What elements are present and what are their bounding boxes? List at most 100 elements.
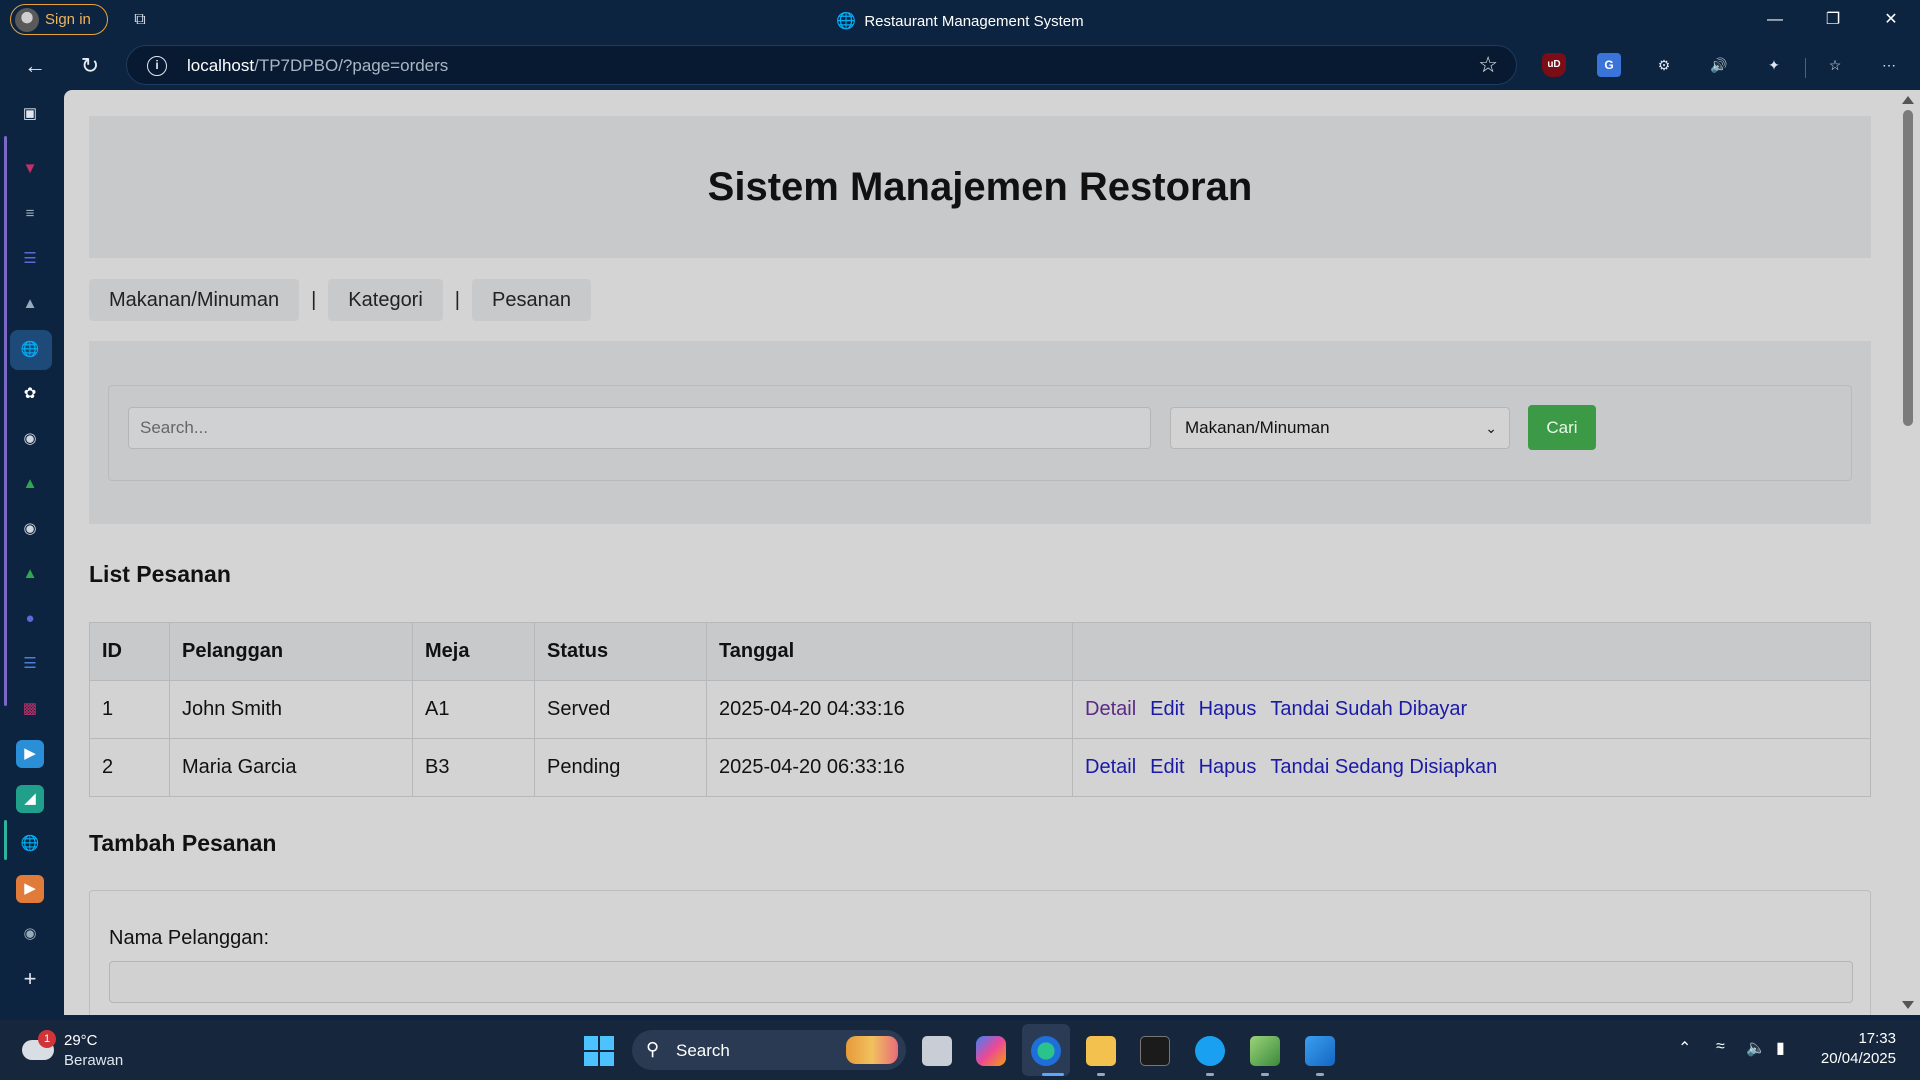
drive-icon[interactable]: ▲ [16, 560, 44, 588]
task-view-icon[interactable] [922, 1036, 952, 1066]
taskbar-search[interactable]: ⚲ Search [632, 1030, 906, 1070]
browser-title-bar: Sign in ⧉ 🌐 Restaurant Management System … [0, 0, 1920, 40]
order-actions: Detail Edit Hapus Tandai Sedang Disiapkan [1072, 738, 1871, 797]
search-category-select[interactable]: Makanan/Minuman ⌄ [1170, 407, 1510, 449]
read-aloud-icon[interactable]: 🔊 [1707, 53, 1731, 77]
ublock-extension-icon[interactable]: uD [1542, 53, 1566, 77]
active-app-indicator [1042, 1073, 1064, 1076]
settings-extension-icon[interactable]: ⚙ [1652, 53, 1676, 77]
app-icon[interactable] [1195, 1036, 1225, 1066]
column-header-table: Meja [412, 622, 535, 681]
refresh-icon[interactable]: ↻ [77, 53, 103, 79]
page-content: Sistem Manajemen Restoran Makanan/Minuma… [89, 116, 1871, 1015]
app-icon[interactable] [1250, 1036, 1280, 1066]
terminal-icon[interactable] [1140, 1036, 1170, 1066]
list-heading: List Pesanan [89, 561, 231, 587]
start-button[interactable] [584, 1036, 614, 1066]
mark-status-link[interactable]: Tandai Sudah Dibayar [1270, 698, 1467, 720]
globe-icon: 🌐 [836, 13, 857, 30]
search-category-value: Makanan/Minuman [1185, 418, 1330, 437]
wifi-icon[interactable]: ≈ [1716, 1038, 1725, 1056]
tab-icon-18[interactable]: ◉ [16, 920, 44, 948]
clock-date: 20/04/2025 [1820, 1050, 1896, 1067]
order-id: 1 [89, 680, 170, 739]
file-explorer-icon[interactable] [1086, 1036, 1116, 1066]
tab-icon-14[interactable]: ▶ [16, 740, 44, 768]
system-clock[interactable]: 17:33 20/04/2025 [1821, 1029, 1896, 1069]
copilot-icon[interactable] [976, 1036, 1006, 1066]
add-order-form: Nama Pelanggan: [89, 890, 1871, 1015]
minimize-icon[interactable]: — [1760, 8, 1790, 32]
tab-icon-3[interactable]: ☰ [16, 245, 44, 273]
search-section: Search... Makanan/Minuman ⌄ Cari [89, 341, 1871, 524]
order-table: B3 [412, 738, 535, 797]
github-icon[interactable]: ◉ [16, 425, 44, 453]
tab-group-rail-2 [4, 820, 7, 860]
order-customer: Maria Garcia [169, 738, 413, 797]
tab-icon-2[interactable]: ≡ [16, 200, 44, 228]
edit-link[interactable]: Edit [1150, 756, 1184, 778]
site-info-icon[interactable]: i [147, 56, 167, 76]
order-id: 2 [89, 738, 170, 797]
mark-status-link[interactable]: Tandai Sedang Disiapkan [1270, 756, 1497, 778]
search-input[interactable]: Search... [128, 407, 1151, 449]
edge-browser-icon[interactable] [1031, 1036, 1061, 1066]
search-button[interactable]: Cari [1528, 405, 1596, 450]
windows-taskbar: 1 29°C Berawan ⚲ Search ⌃ ≈ 🔈 ▮ 17:33 20… [0, 1020, 1920, 1080]
url-text[interactable]: localhost/TP7DPBO/?page=orders [187, 56, 448, 76]
delete-link[interactable]: Hapus [1199, 698, 1257, 720]
tab-icon-4[interactable]: ▲ [16, 290, 44, 318]
tab-actions-icon[interactable]: ▣ [16, 100, 44, 128]
customer-name-label: Nama Pelanggan: [109, 927, 270, 949]
scroll-down-icon[interactable] [1902, 1001, 1914, 1009]
new-tab-icon[interactable]: + [16, 965, 44, 993]
tab-icon-13[interactable]: ▩ [16, 695, 44, 723]
app-icon[interactable] [1305, 1036, 1335, 1066]
order-actions: Detail Edit Hapus Tandai Sudah Dibayar [1072, 680, 1871, 739]
more-menu-icon[interactable]: ⋯ [1877, 53, 1901, 77]
nav-separator: | [311, 288, 317, 311]
customer-name-input[interactable] [109, 961, 1853, 1003]
nav-pesanan[interactable]: Pesanan [472, 279, 591, 321]
globe-tab-icon[interactable]: 🌐 [16, 830, 44, 858]
back-icon[interactable]: ← [22, 53, 48, 79]
battery-icon[interactable]: ▮ [1776, 1038, 1785, 1058]
scroll-up-icon[interactable] [1902, 96, 1914, 104]
favorite-star-icon[interactable]: ☆ [1478, 52, 1498, 78]
translate-extension-icon[interactable]: G [1597, 53, 1621, 77]
add-order-heading: Tambah Pesanan [89, 830, 277, 856]
tab-icon-15[interactable]: ◢ [16, 785, 44, 813]
drive-icon[interactable]: ▲ [16, 470, 44, 498]
weather-description: Berawan [64, 1052, 124, 1069]
docs-icon[interactable]: ☰ [16, 650, 44, 678]
close-icon[interactable]: ✕ [1876, 8, 1906, 32]
tab-group-rail [4, 136, 7, 706]
search-icon: ⚲ [646, 1039, 660, 1059]
vertical-tabs-sidebar: ▣ ▼ ≡ ☰ ▲ 🌐 ✿ ◉ ▲ ◉ ▲ ● ☰ ▩ ▶ ◢ 🌐 ▶ ◉ + [0, 90, 64, 1020]
page-scrollbar[interactable] [1896, 90, 1920, 1015]
scrollbar-thumb[interactable] [1903, 110, 1913, 426]
column-header-actions [1072, 622, 1871, 681]
show-hidden-icons-icon[interactable]: ⌃ [1678, 1038, 1691, 1058]
window-title: 🌐 Restaurant Management System [0, 11, 1920, 31]
detail-link[interactable]: Detail [1085, 756, 1136, 778]
github-icon[interactable]: ◉ [16, 515, 44, 543]
volume-icon[interactable]: 🔈 [1746, 1038, 1766, 1058]
favorites-icon[interactable]: ☆ [1823, 53, 1847, 77]
tab-icon-1[interactable]: ▼ [16, 155, 44, 183]
weather-temperature: 29°C [64, 1032, 98, 1049]
extensions-icon[interactable]: ✦ [1762, 53, 1786, 77]
globe-tab-icon[interactable]: 🌐 [16, 336, 44, 364]
tab-icon-11[interactable]: ● [16, 605, 44, 633]
address-bar[interactable]: i localhost/TP7DPBO/?page=orders ☆ [126, 45, 1517, 85]
tab-icon-6[interactable]: ✿ [16, 380, 44, 408]
order-customer: John Smith [169, 680, 413, 739]
weather-widget[interactable]: 1 29°C Berawan [22, 1030, 142, 1072]
edit-link[interactable]: Edit [1150, 698, 1184, 720]
delete-link[interactable]: Hapus [1199, 756, 1257, 778]
detail-link[interactable]: Detail [1085, 698, 1136, 720]
nav-kategori[interactable]: Kategori [328, 279, 443, 321]
tab-icon-17[interactable]: ▶ [16, 875, 44, 903]
nav-makanan-minuman[interactable]: Makanan/Minuman [89, 279, 300, 321]
restore-icon[interactable]: ❐ [1818, 8, 1848, 32]
